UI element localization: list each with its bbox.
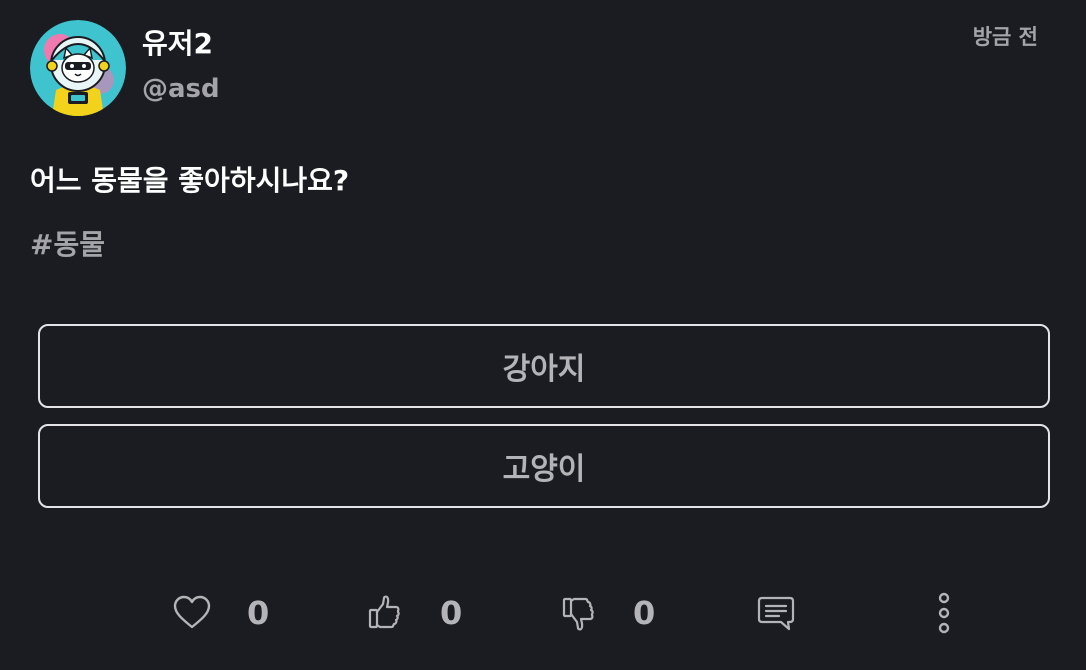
poll-option-label: 고양이 bbox=[502, 452, 586, 487]
more-options-button[interactable] bbox=[932, 588, 956, 638]
downvote-button[interactable] bbox=[560, 588, 598, 638]
downvote-count: 0 bbox=[633, 594, 656, 632]
poll-option-label: 강아지 bbox=[502, 352, 586, 387]
poll-question: 어느 동물을 좋아하시나요? bbox=[30, 164, 350, 197]
poll-post: 유저2 @asd 방금 전 어느 동물을 좋아하시나요? #동물 강아지 고양이… bbox=[0, 0, 1086, 670]
upvote-count: 0 bbox=[440, 594, 463, 632]
heart-icon bbox=[173, 595, 211, 629]
like-count: 0 bbox=[247, 594, 270, 632]
more-vertical-icon bbox=[938, 592, 950, 634]
astronaut-cat-avatar-icon bbox=[30, 20, 126, 116]
author-handle: @asd bbox=[142, 74, 220, 104]
thumbs-down-icon bbox=[562, 597, 594, 631]
hashtag-link[interactable]: #동물 bbox=[30, 225, 105, 265]
poll-option-1[interactable]: 강아지 bbox=[38, 324, 1050, 408]
like-button[interactable] bbox=[172, 588, 212, 638]
upvote-button[interactable] bbox=[366, 588, 404, 638]
author-avatar[interactable] bbox=[30, 20, 126, 116]
comment-icon bbox=[757, 596, 795, 631]
thumbs-up-icon bbox=[368, 595, 400, 629]
post-timestamp: 방금 전 bbox=[972, 25, 1038, 49]
comment-button[interactable] bbox=[755, 588, 797, 638]
author-name[interactable]: 유저2 bbox=[142, 25, 213, 63]
poll-option-2[interactable]: 고양이 bbox=[38, 424, 1050, 508]
